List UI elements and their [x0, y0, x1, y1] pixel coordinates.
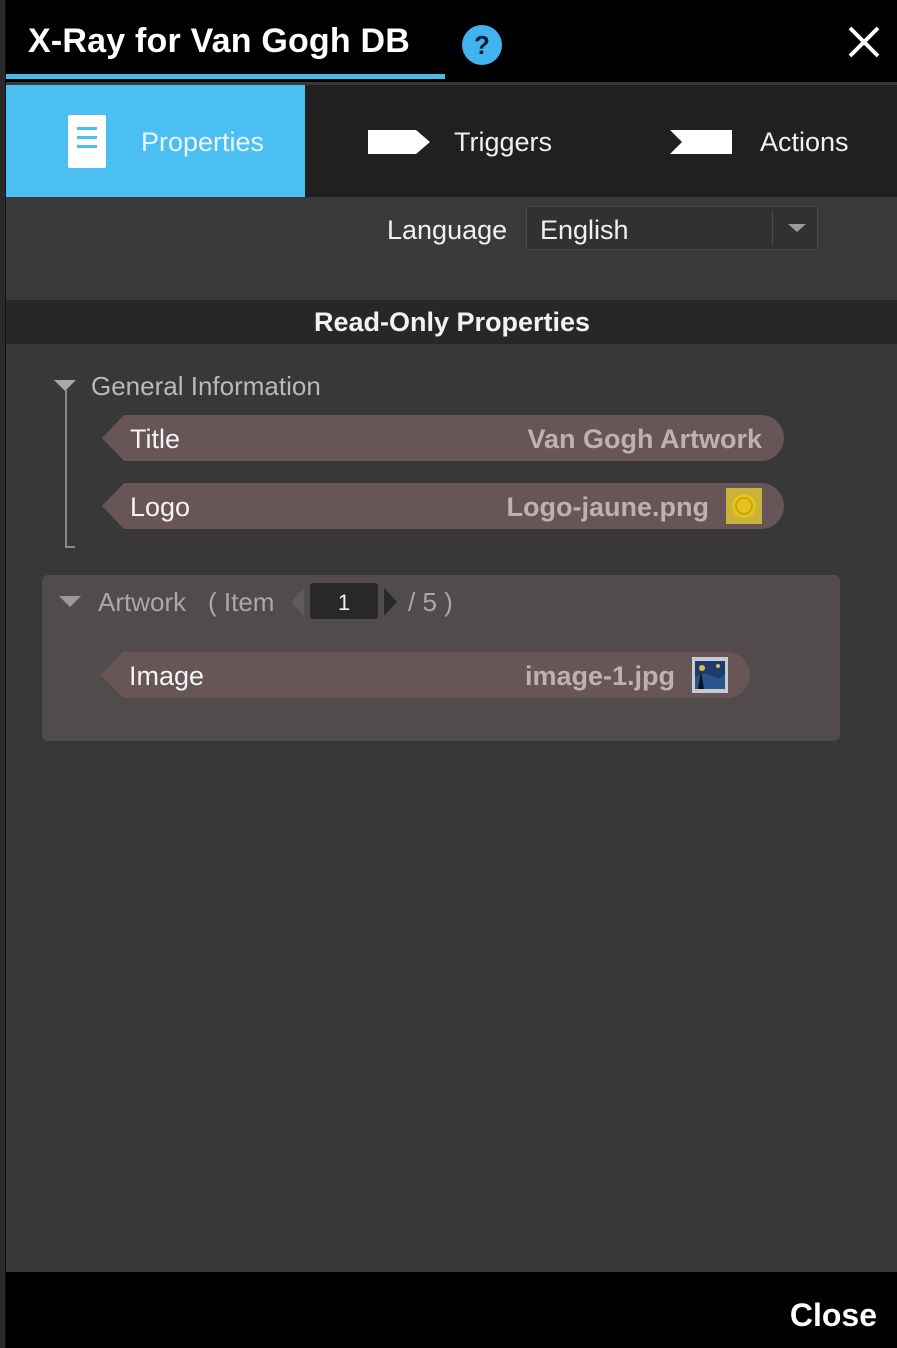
- language-row: Language English: [6, 197, 897, 297]
- property-name: Image: [129, 661, 205, 691]
- dialog-title: X-Ray for Van Gogh DB: [28, 22, 411, 60]
- arrow-notch-icon: [670, 130, 732, 154]
- tree-line-end: [65, 546, 75, 548]
- collapse-triangle-icon[interactable]: [59, 596, 81, 607]
- item-number-input[interactable]: 1: [310, 583, 378, 619]
- property-row-image[interactable]: Image image-1.jpg: [101, 652, 750, 698]
- close-icon[interactable]: [844, 22, 884, 62]
- property-value: image-1.jpg: [524, 661, 675, 691]
- group-title-general[interactable]: General Information: [91, 371, 321, 402]
- tab-triggers[interactable]: Triggers: [366, 85, 606, 197]
- tab-actions-label: Actions: [760, 127, 849, 157]
- close-button[interactable]: Close: [790, 1297, 877, 1334]
- property-name: Logo: [130, 492, 191, 522]
- title-underline: [6, 74, 445, 79]
- arrow-right-icon: [368, 130, 430, 154]
- tab-properties[interactable]: Properties: [6, 85, 305, 197]
- language-label: Language: [387, 215, 508, 245]
- tab-properties-label: Properties: [141, 127, 265, 157]
- tree-line: [65, 390, 67, 548]
- image-thumbnail: [692, 657, 728, 693]
- tab-triggers-label: Triggers: [454, 127, 553, 157]
- item-prefix: ( Item: [208, 587, 275, 617]
- next-item-icon[interactable]: [384, 588, 397, 616]
- property-value: Logo-jaune.png: [506, 492, 709, 522]
- language-select[interactable]: English: [526, 206, 818, 250]
- dialog-footer: Close: [6, 1272, 897, 1348]
- property-row-title[interactable]: Title Van Gogh Artwork: [102, 415, 784, 461]
- group-title-artwork[interactable]: Artwork: [98, 587, 186, 618]
- select-divider: [772, 210, 773, 246]
- tab-bar: Properties Triggers Actions: [6, 85, 897, 197]
- logo-thumbnail: [726, 488, 762, 524]
- title-bar: X-Ray for Van Gogh DB ?: [6, 0, 897, 82]
- tab-actions[interactable]: Actions: [666, 85, 897, 197]
- property-name: Title: [130, 424, 181, 454]
- language-value: English: [540, 215, 629, 245]
- property-value: Van Gogh Artwork: [527, 424, 762, 454]
- previous-item-icon[interactable]: [291, 588, 304, 616]
- xray-dialog: X-Ray for Van Gogh DB ? Properties Trigg…: [5, 0, 897, 1348]
- section-header: Read-Only Properties: [6, 300, 897, 344]
- item-total: / 5 ): [408, 587, 453, 617]
- property-row-logo[interactable]: Logo Logo-jaune.png: [102, 483, 784, 529]
- document-icon: [68, 115, 106, 168]
- chevron-down-icon[interactable]: [788, 224, 806, 232]
- help-icon[interactable]: ?: [462, 25, 502, 65]
